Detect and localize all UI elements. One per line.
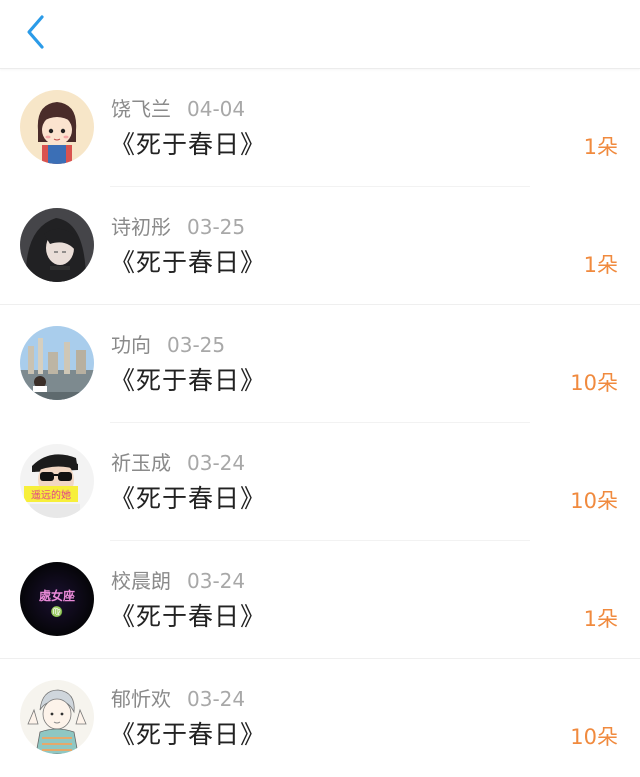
sender-name: 饶飞兰 xyxy=(111,97,171,121)
record-date: 03-24 xyxy=(187,451,246,475)
gift-record-list: 饶飞兰 04-04 《死于春日》 1朵 诗初彤 03-25 《死于春日》 1朵 xyxy=(0,69,640,777)
record-date: 03-24 xyxy=(187,569,246,593)
svg-text:♍: ♍ xyxy=(51,605,63,618)
record-meta: 郁忻欢 03-24 xyxy=(111,687,245,711)
list-item[interactable]: 郁忻欢 03-24 《死于春日》 10朵 xyxy=(0,659,640,777)
avatar-caption: 遥远的她 xyxy=(31,489,71,502)
dark-hair-girl-avatar[interactable] xyxy=(20,208,94,282)
top-navigation-bar xyxy=(0,0,640,69)
record-date: 03-25 xyxy=(187,215,246,239)
book-title: 《死于春日》 xyxy=(110,366,267,395)
list-item[interactable]: 功向 03-25 《死于春日》 10朵 xyxy=(0,305,640,423)
sender-name: 校晨朗 xyxy=(111,569,171,593)
flower-amount: 10朵 xyxy=(570,371,618,395)
book-title: 《死于春日》 xyxy=(110,720,267,749)
sender-name: 诗初彤 xyxy=(111,215,171,239)
neon-text-avatar[interactable]: 處女座 ♍ xyxy=(20,562,94,636)
list-item[interactable]: 诗初彤 03-25 《死于春日》 1朵 xyxy=(0,187,640,305)
sender-name: 祈玉成 xyxy=(111,451,171,475)
flower-amount: 1朵 xyxy=(583,135,618,159)
sunglasses-avatar[interactable]: 遥远的她 xyxy=(20,444,94,518)
record-meta: 祈玉成 03-24 xyxy=(111,451,245,475)
sketch-boy-avatar[interactable] xyxy=(20,680,94,754)
record-meta: 校晨朗 03-24 xyxy=(111,569,245,593)
record-date: 03-25 xyxy=(167,333,226,357)
back-button[interactable] xyxy=(16,12,56,52)
book-title: 《死于春日》 xyxy=(110,602,267,631)
cartoon-girl-avatar[interactable] xyxy=(20,90,94,164)
book-title: 《死于春日》 xyxy=(110,248,267,277)
chevron-left-icon xyxy=(27,15,44,49)
sender-name: 功向 xyxy=(111,333,151,357)
list-item[interactable]: 遥远的她 祈玉成 03-24 《死于春日》 10朵 xyxy=(0,423,640,541)
flower-amount: 10朵 xyxy=(570,489,618,513)
flower-amount: 1朵 xyxy=(583,253,618,277)
record-meta: 饶飞兰 04-04 xyxy=(111,97,245,121)
record-meta: 诗初彤 03-25 xyxy=(111,215,245,239)
flower-amount: 1朵 xyxy=(583,607,618,631)
avatar-caption: 處女座 xyxy=(39,588,75,603)
sender-name: 郁忻欢 xyxy=(111,687,171,711)
flower-amount: 10朵 xyxy=(570,725,618,749)
book-title: 《死于春日》 xyxy=(110,484,267,513)
record-date: 03-24 xyxy=(187,687,246,711)
cityscape-avatar[interactable] xyxy=(20,326,94,400)
record-date: 04-04 xyxy=(187,97,246,121)
book-title: 《死于春日》 xyxy=(110,130,267,159)
record-meta: 功向 03-25 xyxy=(111,333,225,357)
list-item[interactable]: 處女座 ♍ 校晨朗 03-24 《死于春日》 1朵 xyxy=(0,541,640,659)
list-item[interactable]: 饶飞兰 04-04 《死于春日》 1朵 xyxy=(0,69,640,187)
